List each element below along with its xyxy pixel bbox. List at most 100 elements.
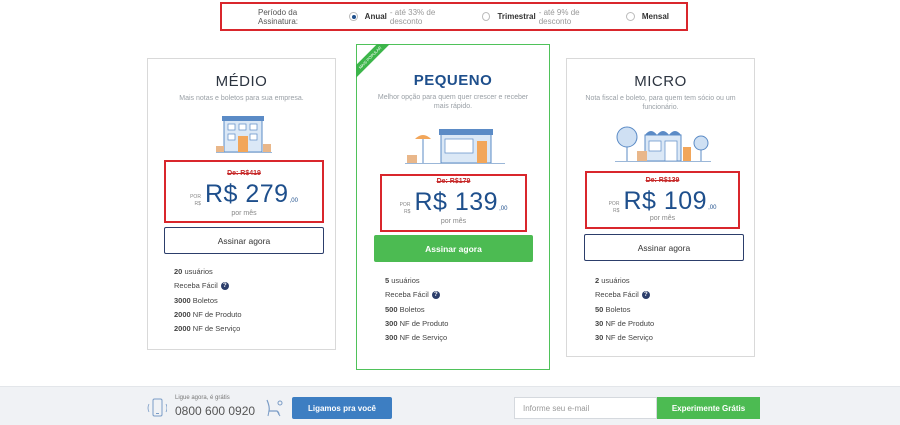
feature-item: 2000 NF de Serviço [174,322,242,336]
feature-item: 5 usuários [385,274,448,288]
period-option-mensal[interactable]: Mensal [625,12,672,21]
feature-item: Receba Fácil? [174,279,242,293]
period-option-note: - até 33% de desconto [389,7,436,26]
price-cents: ,00 [708,205,717,211]
feature-qty: 20 [174,267,183,276]
period-option-trimestral[interactable]: Trimestral - até 9% de desconto [482,8,606,26]
old-price: De: R$179 [436,178,471,185]
feature-label: Receba Fácil [174,281,218,291]
plan-card-medio: MÉDIO Mais notas e boletos para sua empr… [147,58,336,350]
feature-label: Boletos [192,295,218,305]
por-label: POR [190,194,201,200]
feature-list: 5 usuários Receba Fácil? 500 Boletos 300… [385,274,448,345]
feature-item: 30 NF de Serviço [595,331,654,345]
subscribe-button[interactable]: Assinar agora [584,234,744,261]
feature-label: NF de Produto [399,318,449,328]
feature-qty: 2000 [174,324,191,334]
call-me-button[interactable]: Ligamos pra você [292,397,392,419]
old-price: De: R$419 [227,170,261,177]
popular-ribbon: MAIS POPULAR [356,44,396,84]
feature-label: Boletos [399,304,425,314]
feature-qty: 2000 [174,309,191,319]
price-cents: ,00 [289,198,298,204]
feature-list: 2 usuários Receba Fácil? 50 Boletos 30 N… [595,274,654,345]
free-trial-button[interactable]: Experimente Grátis [657,397,760,419]
period-label: Período da Assinatura: [258,7,299,26]
radio-unselected-icon[interactable] [625,12,635,21]
feature-qty: 30 [595,318,604,328]
help-icon[interactable]: ? [220,282,229,291]
feature-label: NF de Produto [192,309,242,319]
period-option-name: Trimestral [497,12,536,21]
price-highlight-box: De: R$419 POR R$ R$ 279 ,00 por mês [164,160,324,223]
por-label: POR [399,202,411,208]
help-icon[interactable]: ? [431,291,440,300]
price-line: POR R$ R$ 139 ,00 [382,188,525,216]
subscribe-button[interactable]: Assinar agora [374,235,533,262]
feature-item: 2 usuários [595,274,654,288]
radio-unselected-icon[interactable] [482,12,491,21]
feature-item: 3000 Boletos [174,294,242,308]
feature-qty: 30 [595,333,604,343]
plan-title: MÉDIO [215,73,268,90]
feature-label: NF de Serviço [399,333,448,343]
price-prefix: POR R$ [190,194,201,208]
price-line: POR R$ R$ 279 ,00 [166,180,322,208]
feature-item: 500 Boletos [385,303,448,317]
feature-item: 2000 NF de Produto [174,308,242,322]
period-option-anual[interactable]: Anual - até 33% de desconto [349,8,462,26]
email-input[interactable] [514,397,657,419]
feature-item: 50 Boletos [595,303,654,317]
radio-selected-icon[interactable] [349,12,358,21]
feature-qty: 50 [595,304,604,314]
plan-card-pequeno: MAIS POPULAR PEQUENO Melhor opção para q… [356,44,550,370]
feature-label: usuários [601,276,630,285]
price-line: POR R$ R$ 109 ,00 [587,187,738,215]
price-prefix: POR R$ [609,201,620,215]
feature-item: 300 NF de Produto [385,317,448,331]
price-highlight-box: De: R$139 POR R$ R$ 109 ,00 por mês [585,171,740,229]
storefront-icon [405,129,505,164]
subscribe-button[interactable]: Assinar agora [164,227,324,254]
por-label: POR [608,201,620,207]
feature-item: 20 usuários [174,265,242,279]
old-price: De: R$139 [645,177,680,184]
feature-qty: 500 [385,304,398,314]
plan-description: Mais notas e boletos para sua empresa. [179,95,304,102]
plan-description: Nota fiscal e boleto, para quem tem sóci… [585,95,736,111]
feature-qty: 3000 [174,295,191,305]
feature-label: NF de Serviço [605,333,653,343]
ribbon-label: MAIS POPULAR [356,44,393,81]
phone-number[interactable]: 0800 600 0920 [175,404,255,418]
price-prefix: POR R$ [400,202,411,216]
feature-list: 20 usuários Receba Fácil? 3000 Boletos 2… [174,265,242,336]
price-cents: ,00 [499,206,508,212]
feature-item: 300 NF de Serviço [385,331,448,345]
feature-label: Receba Fácil [595,290,639,300]
feature-label: usuários [391,276,420,285]
rs-small-label: R$ [613,208,620,214]
feature-item: 30 NF de Produto [595,317,654,331]
feature-qty: 2 [595,276,600,285]
period-option-name: Mensal [641,12,669,21]
feature-label: Receba Fácil [385,290,429,300]
price-value: R$ 109 [623,187,708,215]
footer-bar: Ligue agora, é grátis 0800 600 0920 Liga… [0,386,900,425]
plan-description: Melhor opção para quem quer crescer e re… [377,94,529,110]
per-month-label: por mês [231,210,257,217]
per-month-label: por mês [440,218,467,225]
price-value: R$ 279 [204,180,289,208]
smartphone-icon [147,398,167,417]
feature-qty: 300 [385,318,398,328]
feature-label: NF de Produto [605,318,655,328]
subscription-period-selector: Período da Assinatura: Anual - até 33% d… [220,2,688,31]
period-option-name: Anual [364,12,387,21]
feature-item: Receba Fácil? [595,288,654,302]
help-icon[interactable]: ? [641,291,650,300]
per-month-label: por mês [649,215,676,222]
feature-qty: 300 [385,333,398,343]
price-highlight-box: De: R$179 POR R$ R$ 139 ,00 por mês [380,174,527,232]
call-center-chair-icon [266,399,283,417]
price-value: R$ 139 [414,188,499,216]
rs-small-label: R$ [404,209,411,215]
